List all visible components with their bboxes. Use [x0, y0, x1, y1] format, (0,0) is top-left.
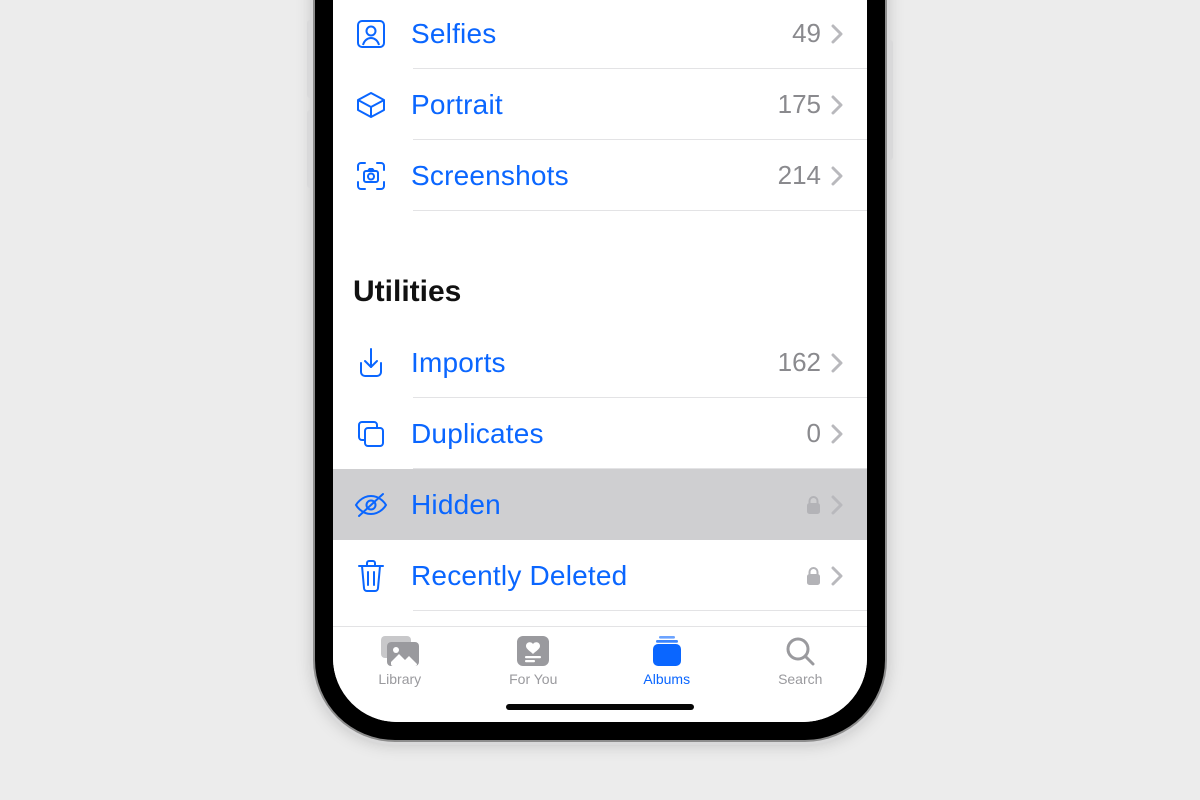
chevron-right-icon — [831, 495, 843, 515]
selfies-icon — [353, 18, 389, 50]
albums-icon — [651, 635, 683, 667]
duplicates-icon — [353, 418, 389, 450]
albums-scroll-content[interactable]: Selfies 49 Portrait 175 — [333, 0, 867, 626]
volume-down-button — [307, 110, 313, 188]
tab-albums[interactable]: Albums — [617, 635, 717, 687]
imports-icon — [353, 347, 389, 379]
tab-label: Albums — [643, 671, 690, 687]
utilities-list: Imports 162 Duplicates 0 — [333, 327, 867, 611]
row-label: Screenshots — [411, 160, 778, 192]
row-label: Imports — [411, 347, 778, 379]
hidden-icon — [353, 490, 389, 520]
row-label: Selfies — [411, 18, 792, 50]
row-duplicates[interactable]: Duplicates 0 — [333, 398, 867, 469]
home-indicator[interactable] — [506, 704, 694, 710]
for-you-icon — [517, 635, 549, 667]
row-label: Hidden — [411, 489, 806, 521]
tab-for-you[interactable]: For You — [483, 635, 583, 687]
row-imports[interactable]: Imports 162 — [333, 327, 867, 398]
utilities-header: Utilities — [333, 269, 867, 327]
chevron-right-icon — [831, 95, 843, 115]
trash-icon — [353, 559, 389, 593]
row-count: 49 — [792, 18, 821, 49]
row-count: 175 — [778, 89, 821, 120]
screenshots-icon — [353, 160, 389, 192]
volume-up-button — [307, 20, 313, 98]
row-portrait[interactable]: Portrait 175 — [333, 69, 867, 140]
row-screenshots[interactable]: Screenshots 214 — [333, 140, 867, 211]
chevron-right-icon — [831, 424, 843, 444]
row-selfies[interactable]: Selfies 49 — [333, 0, 867, 69]
chevron-right-icon — [831, 166, 843, 186]
tab-search[interactable]: Search — [750, 635, 850, 687]
tab-label: Library — [378, 671, 421, 687]
row-count: 0 — [807, 418, 821, 449]
tab-library[interactable]: Library — [350, 635, 450, 687]
row-label: Duplicates — [411, 418, 807, 450]
chevron-right-icon — [831, 24, 843, 44]
library-icon — [381, 635, 419, 667]
media-types-list: Selfies 49 Portrait 175 — [333, 0, 867, 211]
row-label: Portrait — [411, 89, 778, 121]
tab-label: For You — [509, 671, 557, 687]
chevron-right-icon — [831, 566, 843, 586]
chevron-right-icon — [831, 353, 843, 373]
phone-frame: Selfies 49 Portrait 175 — [315, 0, 885, 740]
search-icon — [785, 635, 815, 667]
row-count: 214 — [778, 160, 821, 191]
row-hidden[interactable]: Hidden — [333, 469, 867, 540]
screen: Selfies 49 Portrait 175 — [333, 0, 867, 722]
portrait-icon — [353, 88, 389, 122]
row-recently-deleted[interactable]: Recently Deleted — [333, 540, 867, 611]
lock-icon — [806, 495, 821, 515]
row-count: 162 — [778, 347, 821, 378]
row-label: Recently Deleted — [411, 560, 806, 592]
lock-icon — [806, 566, 821, 586]
tab-label: Search — [778, 671, 822, 687]
power-button — [887, 40, 893, 160]
